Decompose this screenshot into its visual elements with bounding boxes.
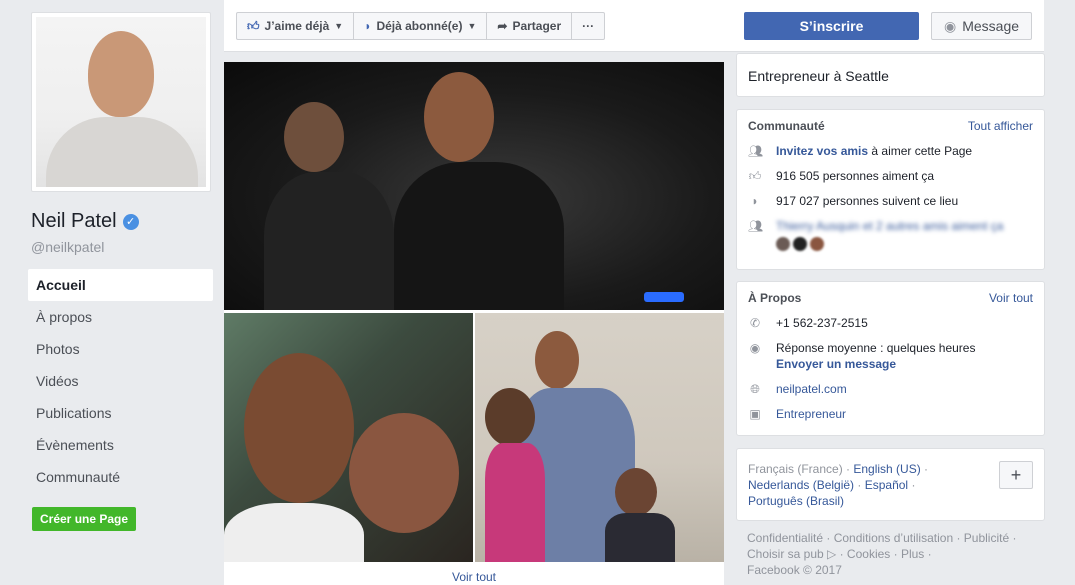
likes-row: 👍︎ 916 505 personnes aiment ça [748,169,1033,183]
likes-count-text: 916 505 personnes aiment ça [776,169,935,183]
footer-links-line-2[interactable]: Choisir sa pub ▷ · Cookies · Plus · [747,546,1047,562]
followers-row: ◗ 917 027 personnes suivent ce lieu [748,194,1033,208]
phone-number[interactable]: +1 562-237-2515 [776,316,868,330]
briefcase-icon: ▣ [749,407,761,421]
more-dots-icon: ··· [582,19,595,33]
nav-item-photos[interactable]: Photos [28,333,214,365]
nav-item-accueil[interactable]: Accueil [28,269,213,301]
globe-icon: 🌐︎ [750,382,760,396]
profile-picture[interactable] [31,12,211,192]
profile-picture-image [36,17,206,187]
about-title: À Propos [748,291,802,305]
nav-item-evenements[interactable]: Évènements [28,429,214,461]
people-icon: 👥︎ [748,219,764,233]
invite-friends-row: 👥︎ Invitez vos amis à aimer cette Page [748,144,1033,158]
website-row: 🌐︎ neilpatel.com [748,382,1033,396]
community-see-all-link[interactable]: Tout afficher [968,119,1033,133]
category-row: ▣ Entrepreneur [748,407,1033,421]
follow-button-label: Déjà abonné(e) [376,19,463,33]
footer-copyright: Facebook © 2017 [747,563,842,577]
community-card: Communauté Tout afficher 👥︎ Invitez vos … [736,109,1045,270]
share-arrow-icon: ➦ [497,19,508,33]
page-title[interactable]: Neil Patel ✓ [31,210,214,233]
community-title: Communauté [748,119,825,133]
rss-icon: ◗ [364,19,372,33]
messenger-icon: ◉ [943,17,957,34]
photo-family[interactable] [475,313,724,562]
nav-item-communaute[interactable]: Communauté [28,461,214,493]
followers-count-text: 917 027 personnes suivent ce lieu [776,194,959,208]
category-text[interactable]: Entrepreneur à Seattle [748,68,889,84]
message-button-label: Message [962,18,1020,34]
share-button[interactable]: ➦ Partager [486,12,573,40]
photo-selfie[interactable] [224,313,473,562]
about-card: À Propos Voir tout ✆ +1 562-237-2515 ◉ R… [736,281,1045,436]
invite-friends-text: à aimer cette Page [868,144,973,158]
invite-friends-link[interactable]: Invitez vos amis [776,144,868,158]
phone-row: ✆ +1 562-237-2515 [748,316,1033,330]
community-header: Communauté Tout afficher [748,119,1033,133]
language-card: Français (France) · English (US) · Neder… [736,448,1045,521]
thumbs-up-icon: 👍︎ [247,18,260,33]
current-language: Français (France) [748,462,843,476]
avatar[interactable] [810,237,824,251]
nav-item-videos[interactable]: Vidéos [28,365,214,397]
avatar[interactable] [793,237,807,251]
language-link-dutch[interactable]: Nederlands (België) [748,478,854,492]
like-button-label: J’aime déjà [264,19,330,33]
signup-button[interactable]: S’inscrire [744,12,919,40]
chevron-down-icon: ▼ [334,21,344,31]
more-languages-button[interactable]: + [999,461,1033,489]
thumbs-up-icon: 👍︎ [748,169,762,183]
left-column: Neil Patel ✓ @neilkpatel Accueil À propo… [28,12,214,531]
friend-avatars [776,237,1003,251]
language-link-english[interactable]: English (US) [853,462,920,476]
verified-badge-icon: ✓ [122,213,139,230]
phone-icon: ✆ [749,316,761,330]
page-nav: Accueil À propos Photos Vidéos Publicati… [28,269,214,493]
language-list: Français (France) · English (US) · Neder… [748,462,929,508]
language-link-spanish[interactable]: Español [865,478,908,492]
action-button-group: 👍︎ J’aime déjà ▼ ◗ Déjà abonné(e) ▼ ➦ Pa… [236,12,606,40]
about-header: À Propos Voir tout [748,291,1033,305]
about-see-all-link[interactable]: Voir tout [989,291,1033,305]
create-page-button[interactable]: Créer une Page [32,507,137,531]
nav-item-publications[interactable]: Publications [28,397,214,429]
like-button[interactable]: 👍︎ J’aime déjà ▼ [236,12,355,40]
language-link-portuguese[interactable]: Português (Brasil) [748,494,844,508]
rss-icon: ◗ [751,194,759,208]
page-action-bar: 👍︎ J’aime déjà ▼ ◗ Déjà abonné(e) ▼ ➦ Pa… [224,0,1044,52]
photo-main[interactable] [224,62,724,310]
more-options-button[interactable]: ··· [571,12,606,40]
response-time-text: Réponse moyenne : quelques heures [776,341,976,355]
people-icon: 👥︎ [748,144,764,158]
photos-see-all-link[interactable]: Voir tout [224,570,724,584]
send-message-link[interactable]: Envoyer un message [776,357,975,371]
website-link[interactable]: neilpatel.com [776,382,847,396]
messenger-icon: ◉ [749,341,761,355]
follow-button[interactable]: ◗ Déjà abonné(e) ▼ [353,12,488,40]
category-card: Entrepreneur à Seattle [736,53,1045,97]
avatar[interactable] [776,237,790,251]
share-button-label: Partager [512,19,562,33]
chevron-down-icon: ▼ [467,21,477,31]
friends-like-text[interactable]: Thierry Ausquin et 2 autres amis aiment … [776,219,1003,233]
footer-links-line-1[interactable]: Confidentialité · Conditions d’utilisati… [747,530,1047,546]
page-footer: Confidentialité · Conditions d’utilisati… [747,530,1047,578]
page-username[interactable]: @neilkpatel [31,239,214,255]
friends-like-row: 👥︎ Thierry Ausquin et 2 autres amis aime… [748,219,1033,251]
photo-grid: Voir tout [224,62,724,585]
category-link[interactable]: Entrepreneur [776,407,846,421]
nav-item-a-propos[interactable]: À propos [28,301,214,333]
page-name-text[interactable]: Neil Patel [31,210,117,233]
message-button[interactable]: ◉ Message [931,12,1032,40]
response-row: ◉ Réponse moyenne : quelques heures Envo… [748,341,1033,371]
